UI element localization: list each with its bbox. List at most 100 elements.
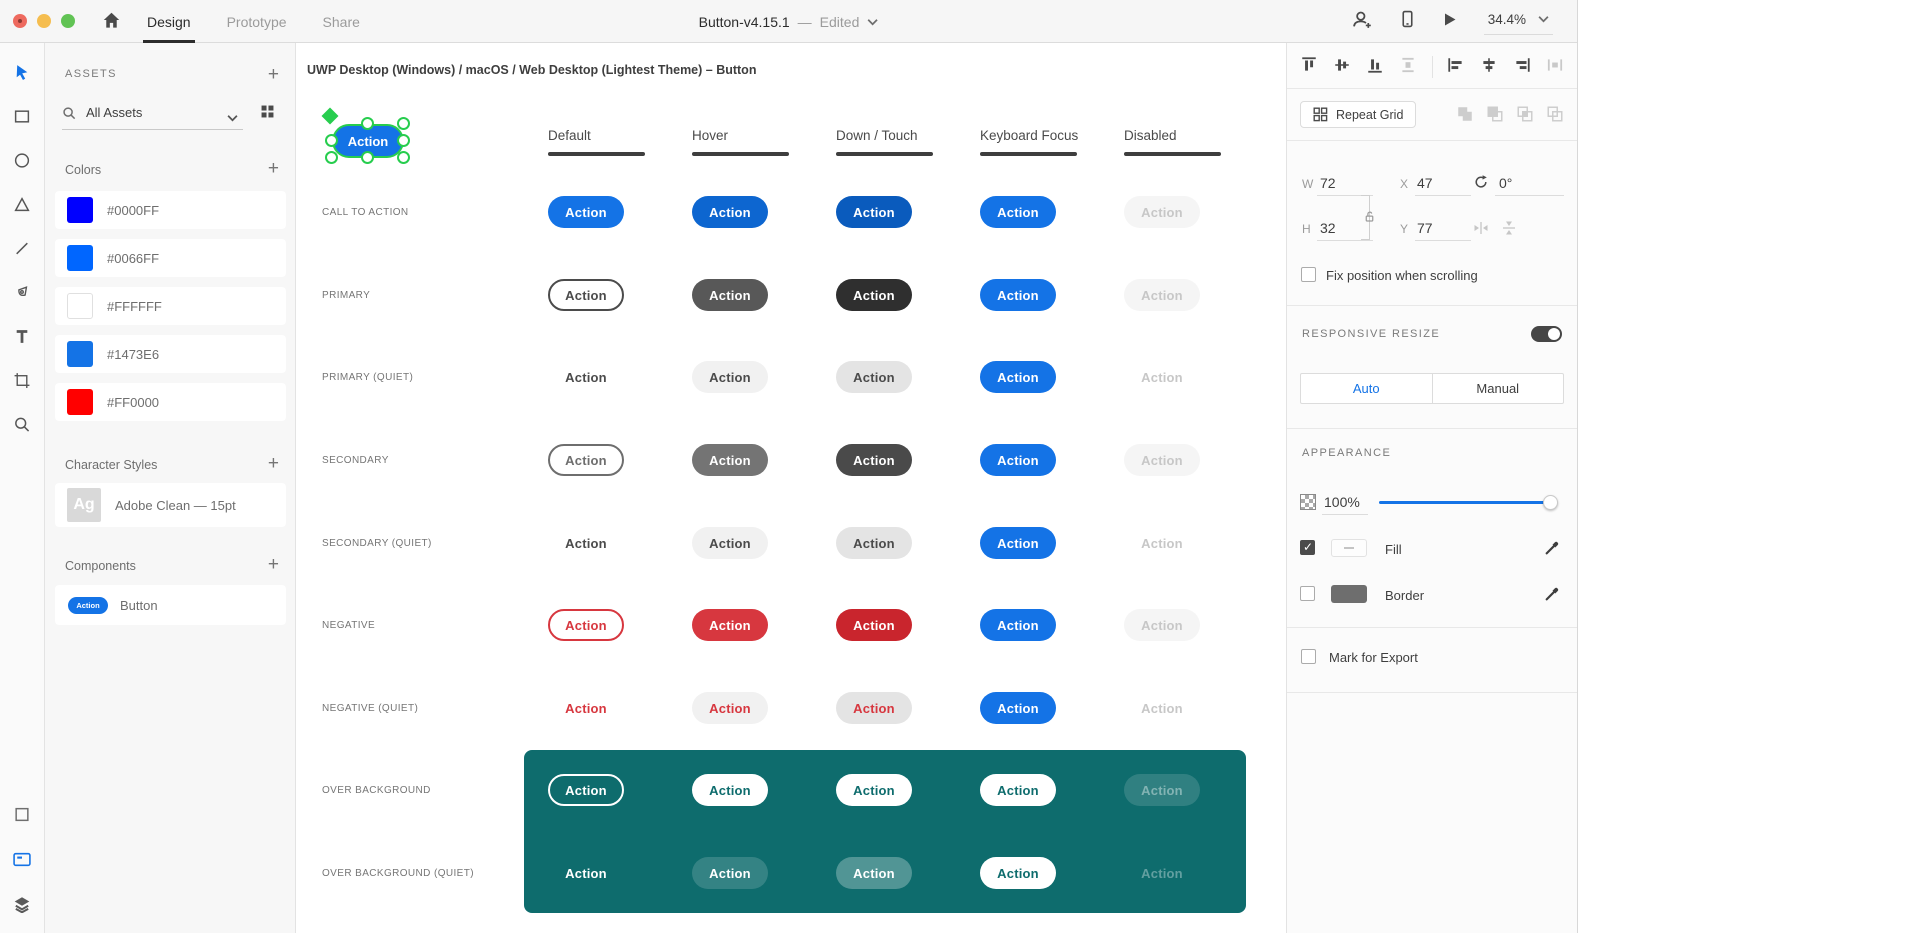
distribute-vertical-icon[interactable] (1399, 56, 1417, 79)
tab-design[interactable]: Design (143, 0, 195, 43)
height-input[interactable]: 32 (1320, 220, 1336, 236)
boolean-add-icon[interactable] (1456, 105, 1474, 128)
button-disabled-quiet[interactable]: Action (1124, 361, 1200, 393)
button-disabled[interactable]: Action (1124, 609, 1200, 641)
selection-handle[interactable] (361, 151, 374, 164)
plugins-icon[interactable] (14, 806, 31, 828)
eyedropper-icon[interactable] (1544, 539, 1561, 561)
row-label[interactable]: OVER BACKGROUND (322, 785, 431, 796)
column-header[interactable]: Hover (692, 127, 789, 156)
selection-handle[interactable] (361, 117, 374, 130)
column-header[interactable]: Down / Touch (836, 127, 933, 156)
opacity-input[interactable]: 100% (1324, 494, 1360, 510)
search-icon[interactable] (62, 106, 77, 126)
row-label[interactable]: PRIMARY (322, 290, 370, 301)
button-quiet-hover[interactable]: Action (692, 361, 768, 393)
button-overbg-hover[interactable]: Action (692, 774, 768, 806)
line-tool-icon[interactable] (14, 240, 31, 262)
button-obquiet-default[interactable]: Action (548, 857, 624, 889)
button-focus[interactable]: Action (980, 196, 1056, 228)
button-quiet-down[interactable]: Action (836, 527, 912, 559)
button-overbg-focus[interactable]: Action (980, 857, 1056, 889)
color-asset[interactable]: #1473E6 (55, 335, 286, 373)
align-left-icon[interactable] (1447, 56, 1465, 79)
selection-handle[interactable] (397, 117, 410, 130)
button-disabled-quiet[interactable]: Action (1124, 527, 1200, 559)
align-bottom-icon[interactable] (1366, 56, 1384, 79)
button-cta-hover[interactable]: Action (692, 196, 768, 228)
add-character-style-button[interactable]: + (268, 454, 279, 473)
close-button[interactable] (13, 14, 27, 28)
align-right-icon[interactable] (1513, 56, 1531, 79)
asset-filter-select[interactable]: All Assets (86, 105, 142, 120)
component-item[interactable]: Action Button (55, 585, 286, 625)
add-asset-button[interactable]: + (268, 65, 279, 84)
button-obquiet-down[interactable]: Action (836, 857, 912, 889)
document-title[interactable]: Button-v4.15.1 — Edited (699, 0, 879, 43)
flip-horizontal-icon[interactable] (1473, 220, 1489, 241)
minimize-button[interactable] (37, 14, 51, 28)
button-focus[interactable]: Action (980, 609, 1056, 641)
button-primary-hover[interactable]: Action (692, 279, 768, 311)
grid-view-icon[interactable] (261, 105, 274, 123)
color-asset[interactable]: #0066FF (55, 239, 286, 277)
row-label[interactable]: OVER BACKGROUND (QUIET) (322, 868, 474, 879)
button-overbg-disabled[interactable]: Action (1124, 774, 1200, 806)
character-style-item[interactable]: Ag Adobe Clean — 15pt (55, 483, 286, 527)
button-negquiet-down[interactable]: Action (836, 692, 912, 724)
button-secondary-hover[interactable]: Action (692, 444, 768, 476)
selection-handle[interactable] (325, 151, 338, 164)
color-asset[interactable]: #FF0000 (55, 383, 286, 421)
row-label[interactable]: SECONDARY (322, 455, 389, 466)
canvas[interactable]: UWP Desktop (Windows) / macOS / Web Desk… (296, 43, 1286, 933)
button-negative-default[interactable]: Action (548, 609, 624, 641)
repeat-grid-button[interactable]: Repeat Grid (1300, 101, 1417, 128)
button-cta-default[interactable]: Action (548, 196, 624, 228)
boolean-subtract-icon[interactable] (1486, 105, 1504, 128)
button-negquiet-hover[interactable]: Action (692, 692, 768, 724)
row-label[interactable]: PRIMARY (QUIET) (322, 372, 413, 383)
border-swatch[interactable] (1331, 585, 1367, 603)
button-disabled[interactable]: Action (1124, 279, 1200, 311)
button-quiet-default[interactable]: Action (548, 527, 624, 559)
rotation-input[interactable]: 0° (1499, 175, 1512, 191)
distribute-horizontal-icon[interactable] (1546, 56, 1564, 79)
button-quiet-down[interactable]: Action (836, 361, 912, 393)
fill-checkbox[interactable] (1300, 540, 1315, 555)
button-overbg-down[interactable]: Action (836, 774, 912, 806)
rotate-icon[interactable] (1473, 174, 1489, 195)
text-tool-icon[interactable] (14, 328, 31, 350)
play-icon[interactable] (1442, 11, 1458, 33)
artboard-tool-icon[interactable] (14, 372, 31, 394)
align-top-icon[interactable] (1300, 56, 1318, 79)
button-disabled[interactable]: Action (1124, 196, 1200, 228)
button-disabled[interactable]: Action (1124, 444, 1200, 476)
button-focus[interactable]: Action (980, 361, 1056, 393)
chevron-down-icon[interactable] (227, 109, 238, 127)
opacity-slider[interactable] (1379, 495, 1558, 510)
responsive-resize-toggle[interactable] (1531, 326, 1562, 342)
artboard-title[interactable]: UWP Desktop (Windows) / macOS / Web Desk… (307, 63, 756, 77)
button-focus[interactable]: Action (980, 527, 1056, 559)
button-primary-default[interactable]: Action (548, 279, 624, 311)
y-input[interactable]: 77 (1417, 220, 1433, 236)
layers-icon[interactable] (13, 896, 31, 918)
row-label[interactable]: NEGATIVE (322, 620, 375, 631)
home-icon[interactable] (102, 11, 121, 35)
button-focus[interactable]: Action (980, 692, 1056, 724)
width-input[interactable]: 72 (1320, 175, 1336, 191)
fill-swatch[interactable] (1331, 539, 1367, 557)
flip-vertical-icon[interactable] (1501, 220, 1517, 241)
zoom-control[interactable]: 34.4% (1483, 9, 1553, 35)
button-cta-down[interactable]: Action (836, 196, 912, 228)
fix-position-checkbox[interactable] (1301, 267, 1316, 282)
button-focus[interactable]: Action (980, 444, 1056, 476)
button-overbg-focus[interactable]: Action (980, 774, 1056, 806)
select-tool-icon[interactable] (14, 64, 31, 86)
button-negative-down[interactable]: Action (836, 609, 912, 641)
ellipse-tool-icon[interactable] (14, 152, 31, 174)
add-component-button[interactable]: + (268, 555, 279, 574)
assets-library-icon[interactable] (13, 851, 32, 873)
mark-for-export-checkbox[interactable] (1301, 649, 1316, 664)
column-header[interactable]: Default (548, 127, 645, 156)
